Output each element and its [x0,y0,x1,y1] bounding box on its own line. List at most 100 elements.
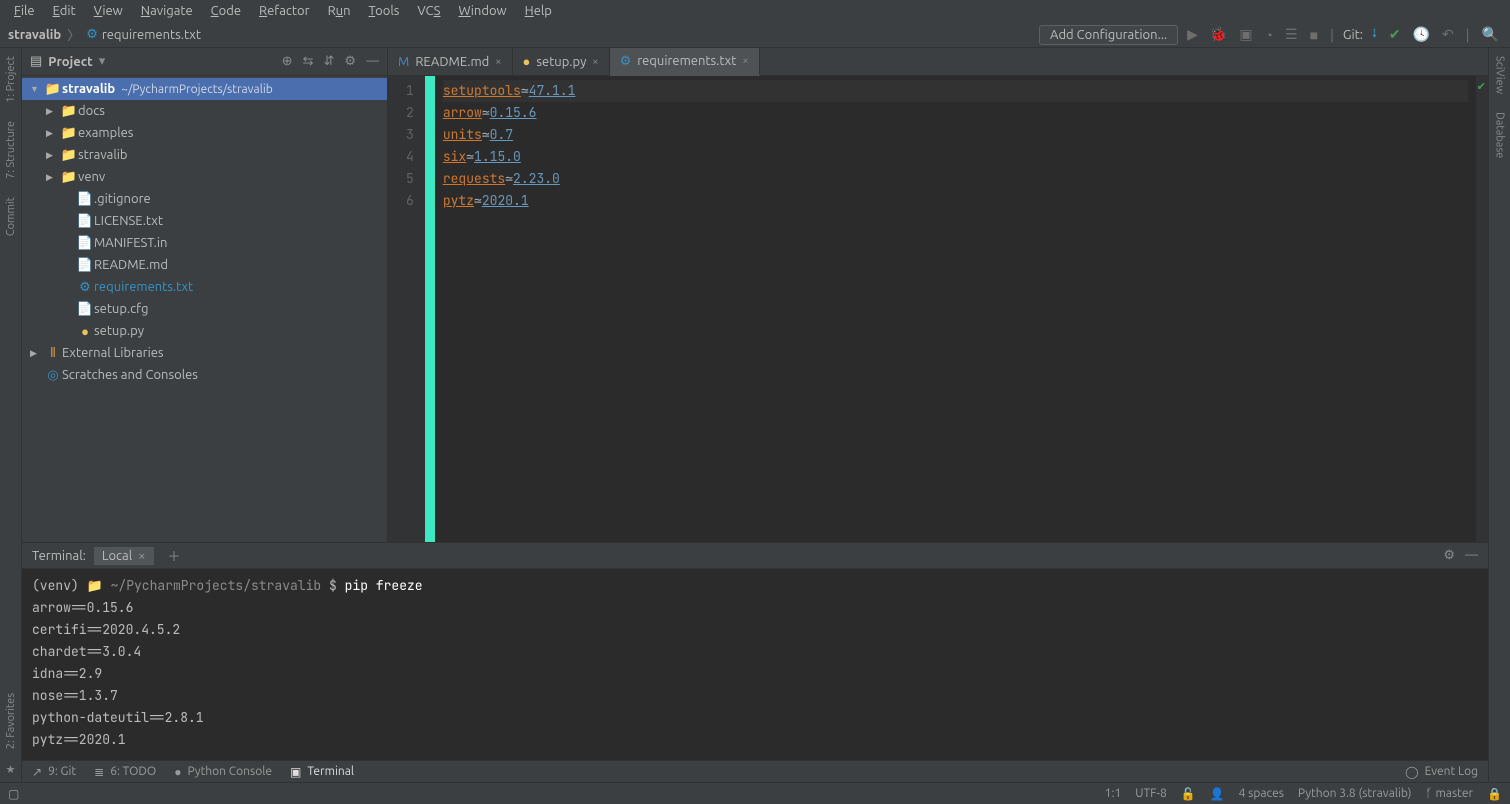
tree-root-path: ~/PycharmProjects/stravalib [121,83,273,96]
tree-external-libraries[interactable]: ▶⫴External Libraries [22,342,387,364]
tree-file-readme[interactable]: 📄README.md [22,254,387,276]
menu-file[interactable]: File [6,2,43,20]
editor: MREADME.md× ●setup.py× ⚙requirements.txt… [388,48,1488,542]
folder-icon: 📁 [44,82,62,97]
collapse-icon[interactable]: ⇵ [323,54,334,69]
hide-icon[interactable]: — [366,54,379,69]
close-icon[interactable]: × [138,549,145,563]
chevron-right-icon[interactable]: ▶ [46,128,60,139]
toolwin-git[interactable]: ↗ 9: Git [32,765,76,779]
tool-structure[interactable]: 7: Structure [5,117,17,183]
tree-folder-examples[interactable]: ▶📁examples [22,122,387,144]
code-area[interactable]: 123456 setuptools≃47.1.1arrow≃0.15.6unit… [388,76,1488,542]
add-configuration-button[interactable]: Add Configuration... [1039,25,1178,45]
status-bar: ▢ 1:1 UTF-8 🔓 👤 4 spaces Python 3.8 (str… [0,782,1510,804]
editor-tabs: MREADME.md× ●setup.py× ⚙requirements.txt… [388,48,1488,76]
code-content[interactable]: setuptools≃47.1.1arrow≃0.15.6units≃0.7si… [435,76,1476,542]
terminal-tabs: Terminal: Local× ＋ ⚙ — [22,543,1488,569]
close-icon[interactable]: × [742,55,748,67]
status-indent[interactable]: 4 spaces [1239,787,1284,800]
chevron-down-icon[interactable]: ▼ [30,84,44,94]
tree-folder-stravalib[interactable]: ▶📁stravalib [22,144,387,166]
profile-icon[interactable]: ◔ [1262,27,1276,43]
close-icon[interactable]: × [495,56,501,68]
menu-navigate[interactable]: Navigate [133,2,201,20]
project-title[interactable]: Project [48,55,92,69]
breadcrumb-root[interactable]: stravalib [8,28,61,42]
tree-folder-docs[interactable]: ▶📁docs [22,100,387,122]
tool-favorites[interactable]: 2: Favorites [5,689,17,753]
status-encoding[interactable]: UTF-8 [1135,787,1166,800]
attach-icon[interactable]: ☰ [1282,26,1301,43]
run-icon[interactable]: ▶ [1184,26,1201,43]
menu-code[interactable]: Code [203,2,249,20]
file-icon: ⚙ [76,280,94,295]
python-icon: ● [76,324,94,339]
tree-file-gitignore[interactable]: 📄.gitignore [22,188,387,210]
menu-run[interactable]: Run [320,2,359,20]
git-history-icon[interactable]: 🕓 [1410,26,1433,43]
tool-sciview[interactable]: SciView [1494,52,1506,98]
breadcrumb-file[interactable]: requirements.txt [102,28,201,42]
status-position[interactable]: 1:1 [1105,787,1122,800]
menu-view[interactable]: View [86,2,131,20]
readonly-icon[interactable]: 🔓 [1181,787,1196,801]
terminal-hide-icon[interactable]: — [1465,548,1478,563]
git-rollback-icon[interactable]: ↶ [1439,26,1457,43]
tree-file-requirements[interactable]: ⚙requirements.txt [22,276,387,298]
close-icon[interactable]: × [592,56,598,68]
chevron-right-icon[interactable]: ▶ [30,348,44,359]
tree-scratches[interactable]: ◎Scratches and Consoles [22,364,387,386]
debug-icon[interactable]: 🐞 [1207,26,1230,43]
coverage-icon[interactable]: ▣ [1236,26,1255,43]
lock-icon[interactable]: 🔒 [1487,787,1502,801]
new-terminal-button[interactable]: ＋ [162,546,187,565]
tab-setup[interactable]: ●setup.py× [513,48,610,75]
dropdown-icon[interactable]: ▾ [99,54,106,69]
tool-commit[interactable]: Commit [5,193,17,240]
project-tree[interactable]: ▼ 📁 stravalib ~/PycharmProjects/stravali… [22,76,387,542]
tree-folder-venv[interactable]: ▶📁venv [22,166,387,188]
status-branch[interactable]: ᚶ master [1425,787,1473,800]
menu-help[interactable]: Help [517,2,560,20]
settings-icon[interactable]: ⚙ [344,54,356,69]
menu-refactor[interactable]: Refactor [251,2,318,20]
menu-tools[interactable]: Tools [361,2,408,20]
toolwin-terminal[interactable]: ▣ Terminal [290,765,354,779]
toolwin-eventlog[interactable]: ◯ Event Log [1405,765,1478,779]
search-icon[interactable]: 🔍 [1479,26,1502,43]
file-icon: 📄 [76,236,94,251]
git-update-icon[interactable]: ⭭ [1369,23,1380,47]
terminal-tab-local[interactable]: Local× [94,547,154,565]
chevron-right-icon[interactable]: ▶ [46,172,60,183]
toolwindows-icon[interactable]: ▢ [8,787,19,801]
tree-file-license[interactable]: 📄LICENSE.txt [22,210,387,232]
tab-readme[interactable]: MREADME.md× [388,48,513,75]
menu-window[interactable]: Window [450,2,514,20]
status-interpreter[interactable]: Python 3.8 (stravalib) [1298,787,1412,800]
toolwin-todo[interactable]: ≣ 6: TODO [94,765,156,779]
stop-icon[interactable]: ■ [1307,27,1321,43]
terminal-settings-icon[interactable]: ⚙ [1443,548,1455,563]
toolwin-pyconsole[interactable]: ● Python Console [174,765,272,779]
tab-requirements[interactable]: ⚙requirements.txt× [610,48,760,76]
tree-file-manifest[interactable]: 📄MANIFEST.in [22,232,387,254]
bottom-tool-strip: ↗ 9: Git ≣ 6: TODO ● Python Console ▣ Te… [22,760,1488,782]
inspections-icon[interactable]: 👤 [1210,787,1225,801]
tree-file-setuppy[interactable]: ●setup.py [22,320,387,342]
tree-root[interactable]: ▼ 📁 stravalib ~/PycharmProjects/stravali… [22,78,387,100]
git-commit-icon[interactable]: ✔ [1386,26,1404,43]
tool-project[interactable]: 1: Project [5,52,17,107]
expand-icon[interactable]: ⇆ [303,54,314,69]
tree-file-setupcfg[interactable]: 📄setup.cfg [22,298,387,320]
menu-edit[interactable]: Edit [45,2,84,20]
tool-database[interactable]: Database [1494,108,1506,162]
menu-vcs[interactable]: VCS [409,2,448,20]
chevron-right-icon[interactable]: ▶ [46,106,60,117]
locate-icon[interactable]: ⊕ [282,54,293,69]
terminal-body[interactable]: (venv) 📁 ~/PycharmProjects/stravalib $ p… [22,569,1488,760]
git-label: Git: [1343,28,1363,42]
chevron-right-icon[interactable]: ▶ [46,150,60,161]
change-marker [425,76,435,542]
breadcrumb[interactable]: stravalib 〉 ⚙ requirements.txt [8,25,201,44]
